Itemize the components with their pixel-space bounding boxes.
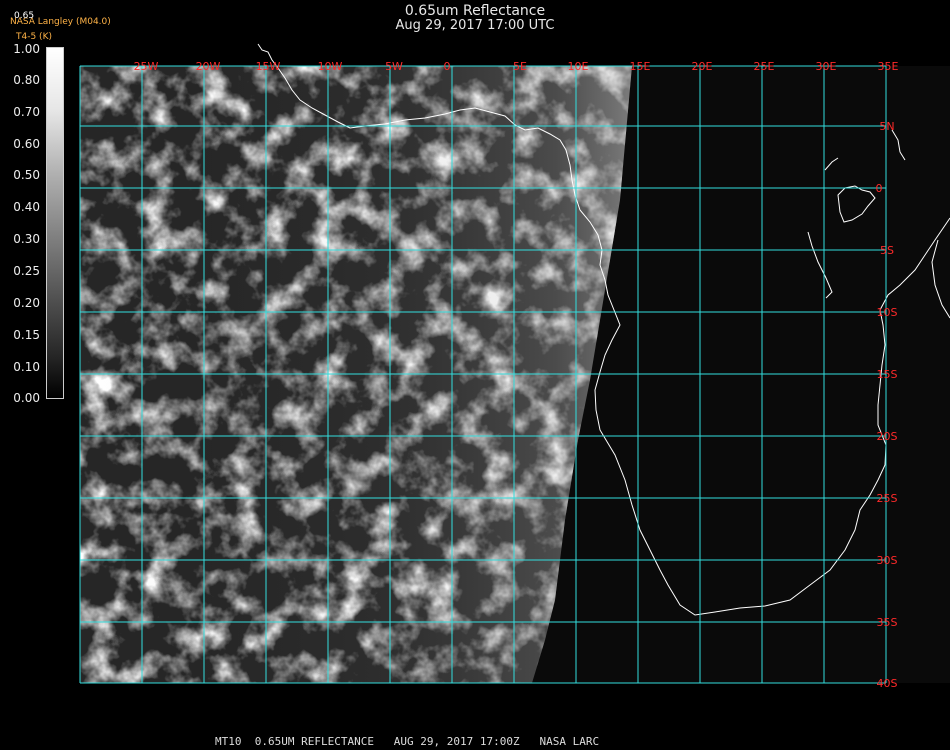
scale-label: 1.00 (13, 42, 40, 56)
scale-label: 0.80 (13, 73, 40, 87)
lon-label: 35E (878, 60, 899, 73)
lat-label: 40S (877, 677, 898, 690)
scale-label: 0.15 (13, 328, 40, 342)
scale-label: 0.70 (13, 105, 40, 119)
lon-label: 0 (444, 60, 451, 73)
scale-sublabel: T4-5 (K) (16, 32, 52, 42)
lon-label: 30E (816, 60, 837, 73)
satellite-map: 25W 20W 15W 10W 5W 0 5E 10E 15E 20E 25E … (79, 43, 950, 690)
footer-caption: MT10 0.65UM REFLECTANCE AUG 29, 2017 17:… (215, 735, 600, 748)
scale-label: 0.60 (13, 137, 40, 151)
lon-label: 10E (568, 60, 589, 73)
lat-label: 25S (877, 492, 898, 505)
lon-label: 5W (385, 60, 403, 73)
scale-top-label: 0.65 (14, 11, 35, 21)
lat-label: 30S (877, 554, 898, 567)
scale-label: 0.00 (13, 391, 40, 405)
lon-label: 25W (134, 60, 159, 73)
reflectance-color-scale (46, 47, 64, 399)
lat-label: 5N (879, 120, 894, 133)
lon-label: 15W (256, 60, 281, 73)
scale-label: 0.10 (13, 360, 40, 374)
lat-label: 35S (877, 616, 898, 629)
lat-label: 0 (876, 182, 883, 195)
lon-label: 10W (318, 60, 343, 73)
lon-label: 15E (630, 60, 651, 73)
scale-label: 0.30 (13, 232, 40, 246)
lat-label: 5S (880, 244, 894, 257)
lon-label: 25E (754, 60, 775, 73)
scale-label: 0.50 (13, 168, 40, 182)
map-title: 0.65um Reflectance (404, 3, 546, 19)
scale-label: 0.40 (13, 200, 40, 214)
lon-label: 5E (513, 60, 527, 73)
lon-label: 20W (196, 60, 221, 73)
scale-label: 0.25 (13, 264, 40, 278)
lon-label: 20E (692, 60, 713, 73)
lat-label: 10S (877, 306, 898, 319)
lat-label: 20S (877, 430, 898, 443)
scale-label: 0.20 (13, 296, 40, 310)
lat-label: 15S (877, 368, 898, 381)
map-timestamp: Aug 29, 2017 17:00 UTC (395, 18, 555, 33)
